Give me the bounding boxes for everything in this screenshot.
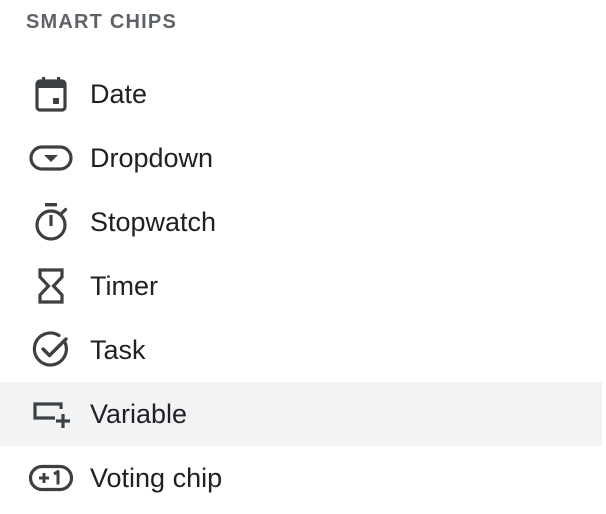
menu-item-dropdown[interactable]: Dropdown bbox=[0, 126, 602, 190]
menu-item-label: Variable bbox=[90, 399, 188, 429]
hourglass-icon bbox=[28, 265, 74, 307]
smart-chips-menu: Date Dropdown Stopwatch Timer Task Varia… bbox=[0, 62, 602, 510]
menu-item-label: Date bbox=[90, 79, 148, 109]
menu-item-variable[interactable]: Variable bbox=[0, 382, 602, 446]
variable-add-icon bbox=[28, 393, 74, 435]
menu-item-label: Voting chip bbox=[90, 463, 223, 493]
menu-item-label: Task bbox=[90, 335, 146, 365]
dropdown-chip-icon bbox=[28, 137, 74, 179]
stopwatch-icon bbox=[28, 201, 74, 243]
menu-item-stopwatch[interactable]: Stopwatch bbox=[0, 190, 602, 254]
menu-item-date[interactable]: Date bbox=[0, 62, 602, 126]
menu-item-timer[interactable]: Timer bbox=[0, 254, 602, 318]
menu-item-label: Timer bbox=[90, 271, 158, 301]
check-circle-icon bbox=[28, 329, 74, 371]
menu-item-label: Dropdown bbox=[90, 143, 214, 173]
plus-one-icon bbox=[28, 457, 74, 499]
menu-item-label: Stopwatch bbox=[90, 207, 217, 237]
calendar-icon bbox=[28, 73, 74, 115]
section-title: SMART CHIPS bbox=[26, 11, 177, 33]
menu-item-voting-chip[interactable]: Voting chip bbox=[0, 446, 602, 510]
menu-item-task[interactable]: Task bbox=[0, 318, 602, 382]
